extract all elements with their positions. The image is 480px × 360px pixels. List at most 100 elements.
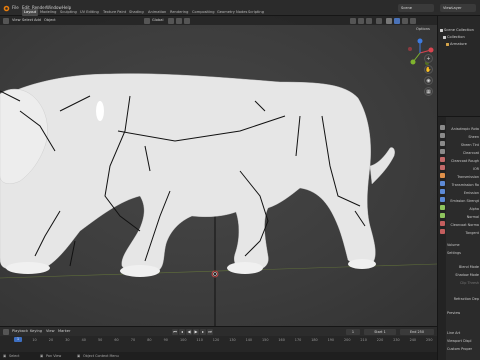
tab-modeling[interactable]: Modeling	[38, 9, 58, 16]
menu-file[interactable]: File	[12, 5, 19, 10]
scene-selector[interactable]: Scene	[398, 4, 434, 12]
jump-keyframe-forward-icon[interactable]: ▸	[200, 328, 206, 335]
object-tab-icon[interactable]	[439, 173, 445, 178]
tab-animation[interactable]: Animation	[146, 9, 168, 16]
constraints-tab-icon[interactable]	[439, 205, 445, 210]
custom-properties-panel-header[interactable]: Custom Proper	[447, 347, 480, 353]
tab-geometry-nodes[interactable]: Geometry Nodes	[215, 9, 249, 16]
timeline-editor-type-icon[interactable]	[3, 328, 9, 335]
timeline-menu-view[interactable]: View	[46, 329, 55, 333]
navigation-gizmo[interactable]	[405, 38, 435, 68]
jump-start-icon[interactable]: ⏮	[172, 328, 178, 335]
gizmo-y-axis[interactable]	[410, 59, 416, 65]
gizmo-neg-x-axis[interactable]	[408, 47, 412, 51]
timeline-tick-label: 100	[180, 337, 187, 342]
transform-orientation[interactable]: Global	[152, 18, 163, 22]
3d-viewport[interactable]: View Select Add Object Global Options + …	[0, 16, 437, 326]
timeline-tick-label: 10	[32, 337, 37, 342]
pivot-point-icon[interactable]	[168, 17, 174, 24]
solid-shading-icon[interactable]	[394, 17, 400, 24]
tab-compositing[interactable]: Compositing	[190, 9, 217, 16]
status-bar: ▣ Select ▣ Pan View ▣ Object Context Men…	[0, 352, 437, 360]
tiger-tail	[369, 147, 395, 185]
camera-view-icon[interactable]: ◉	[424, 76, 433, 85]
editor-type-icon[interactable]	[3, 17, 9, 24]
world-tab-icon[interactable]	[439, 165, 445, 170]
data-tab-icon[interactable]	[439, 213, 445, 218]
render-tab-icon[interactable]	[439, 133, 445, 138]
tab-texture-paint[interactable]: Texture Paint	[101, 9, 128, 16]
viewport-menu-add[interactable]: Add	[34, 18, 41, 22]
tab-layout[interactable]: Layout	[22, 9, 39, 16]
tiger-model-render[interactable]	[0, 16, 437, 326]
prop-tangent: Tangent	[465, 231, 479, 235]
timeline-menu-playback[interactable]: Playback	[12, 329, 28, 333]
xray-toggle-icon[interactable]	[376, 17, 382, 24]
overlay-toggle-icon[interactable]	[366, 17, 372, 24]
play-icon[interactable]: ▶	[193, 328, 199, 335]
status-object-context-menu: Object Context Menu	[83, 354, 119, 358]
play-reverse-icon[interactable]: ◀	[186, 328, 192, 335]
gizmo-x-axis[interactable]	[428, 47, 434, 53]
perspective-toggle-icon[interactable]: ▦	[424, 87, 433, 96]
output-tab-icon[interactable]	[439, 141, 445, 146]
proportional-edit-icon[interactable]	[184, 17, 190, 24]
volume-panel-header[interactable]: Volume	[447, 243, 480, 249]
snap-icon[interactable]	[176, 17, 182, 24]
timeline-menu-marker[interactable]: Marker	[58, 329, 70, 333]
timeline-menu-keying[interactable]: Keying	[30, 329, 42, 333]
top-menu-bar: File Edit Render Window Help Layout Mode…	[0, 0, 480, 16]
physics-tab-icon[interactable]	[439, 197, 445, 202]
tab-rendering[interactable]: Rendering	[168, 9, 190, 16]
rendered-shading-icon[interactable]	[410, 17, 416, 24]
texture-tab-icon[interactable]	[439, 229, 445, 234]
jump-end-icon[interactable]: ⏭	[207, 328, 213, 335]
material-shading-icon[interactable]	[402, 17, 408, 24]
wireframe-shading-icon[interactable]	[386, 17, 392, 24]
tab-uv-editing[interactable]: UV Editing	[78, 9, 101, 16]
particles-tab-icon[interactable]	[439, 189, 445, 194]
start-frame-field[interactable]: Start 1	[364, 328, 396, 335]
gizmo-toggle-icon[interactable]	[358, 17, 364, 24]
timeline-tick-label: 210	[360, 337, 367, 342]
prop-emission-strength: Emission Strengt	[450, 199, 479, 203]
view-layer-tab-icon[interactable]	[439, 149, 445, 154]
tab-scripting[interactable]: Scripting	[246, 9, 266, 16]
outliner-row-collection[interactable]: Collection	[443, 35, 465, 41]
scene-name: Scene	[401, 5, 412, 10]
viewport-display-panel-header[interactable]: Viewport Displ	[447, 339, 480, 345]
zoom-icon[interactable]: +	[424, 54, 433, 63]
pan-hand-icon[interactable]: ✋	[424, 65, 433, 74]
tool-tab-icon[interactable]	[439, 125, 445, 130]
outliner-row-scene-collection[interactable]: Scene Collection	[440, 28, 474, 34]
gizmo-z-axis[interactable]	[417, 38, 423, 44]
material-tab-icon[interactable]	[439, 221, 445, 226]
blender-logo-icon[interactable]	[3, 5, 10, 13]
outliner-row-armature[interactable]: Armature	[446, 42, 467, 48]
timeline-tick-label: 80	[147, 337, 152, 342]
timeline-tick-label: 110	[196, 337, 203, 342]
modifier-tab-icon[interactable]	[439, 181, 445, 186]
jump-keyframe-back-icon[interactable]: ◂	[179, 328, 185, 335]
current-frame-field[interactable]: 1	[346, 328, 360, 335]
end-frame-field[interactable]: End 250	[400, 328, 434, 335]
timeline-tick-label: 200	[344, 337, 351, 342]
transform-orientation-icon[interactable]	[144, 17, 150, 24]
scene-tab-icon[interactable]	[439, 157, 445, 162]
settings-panel-header[interactable]: Settings	[447, 251, 480, 257]
preview-panel-header[interactable]: Preview	[447, 311, 480, 317]
prop-ior: IOR	[472, 167, 479, 171]
playhead[interactable]: 1	[14, 337, 22, 342]
viewport-menu-view[interactable]: View	[12, 18, 21, 22]
prop-clearcoat-roughness: Clearcoat Rough	[451, 159, 479, 163]
view-layer-selector[interactable]: ViewLayer	[440, 4, 476, 12]
viewport-menu-object[interactable]: Object	[44, 18, 56, 22]
viewport-menu-select[interactable]: Select	[22, 18, 33, 22]
tab-shading[interactable]: Shading	[127, 9, 146, 16]
line-art-panel-header[interactable]: Line Art	[447, 331, 480, 337]
timeline-tick-label: 250	[426, 337, 433, 342]
end-frame-label: End	[409, 329, 417, 334]
visibility-icon[interactable]	[350, 17, 356, 24]
options-dropdown[interactable]: Options	[416, 27, 430, 31]
tab-sculpting[interactable]: Sculpting	[58, 9, 79, 16]
